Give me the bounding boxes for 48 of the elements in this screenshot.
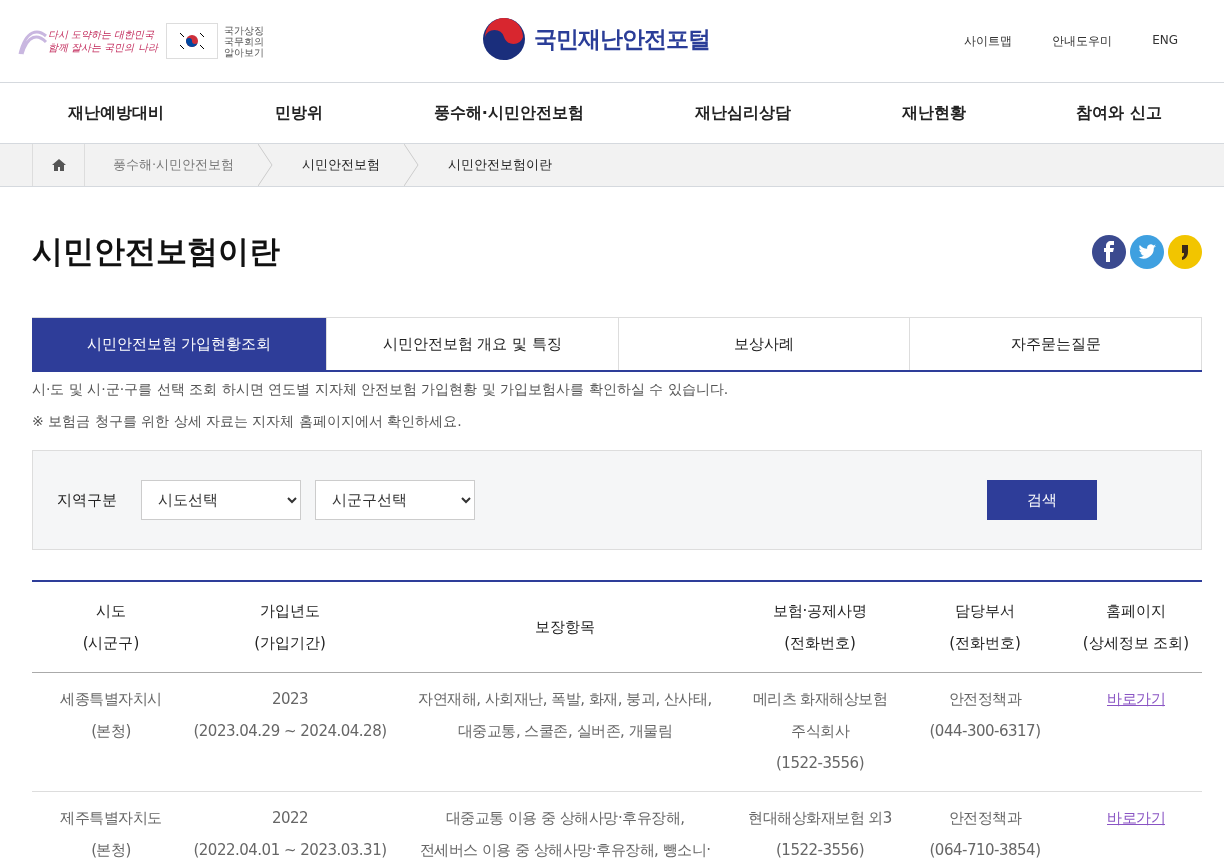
home-icon[interactable] (32, 144, 85, 186)
region-select[interactable]: 시군구선택 (315, 480, 475, 520)
info-text: 시·도 및 시·군·구를 선택 조회 하시면 연도별 지자체 안전보험 가입현황 및 가입보험사를 확인하실 수 있습니다. (32, 380, 730, 399)
info-text: ※ 보험금 청구를 위한 상세 자료는 지자체 홈페이지에서 확인하세요. (32, 412, 463, 431)
page-title: 시민안전보험이란 (32, 232, 280, 271)
nav-item[interactable]: 참여와 신고 (1076, 102, 1162, 124)
taegeuk-logo-icon[interactable] (482, 17, 526, 61)
table-cell: 2022 (2022.04.01 ~ 2023.03.31) (190, 791, 390, 868)
homepage-link[interactable]: 바로가기 (1107, 809, 1165, 827)
table-cell: 2023 (2023.04.29 ~ 2024.04.28) (190, 672, 390, 792)
site-logo-text[interactable]: 국민재난안전포털 (534, 23, 710, 55)
table-cell: 제주특별자치도 (본청) (32, 791, 190, 868)
nav-item[interactable]: 재난심리상담 (694, 102, 791, 124)
table-cell: 세종특별자치시 (본청) (32, 672, 190, 792)
table-cell: 현대해상화재보험 외3 (1522-3556) (740, 791, 900, 868)
column-header: 담당부서 (전화번호) (900, 581, 1070, 673)
kakao-icon[interactable] (1168, 235, 1202, 269)
column-header: 보장항목 (390, 581, 740, 673)
nav-item[interactable]: 재난현황 (901, 102, 966, 124)
table-cell: 안전정책과 (064-710-3854) (900, 791, 1070, 868)
slogan-text: 다시 도약하는 대한민국 함께 잘사는 국민의 나라 (48, 28, 158, 54)
homepage-link[interactable]: 바로가기 (1107, 690, 1165, 708)
region-label: 지역구분 (57, 490, 117, 510)
symbol-link[interactable]: 국가상징 국무회의 알아보기 (223, 24, 264, 58)
column-header: 홈페이지 (상세정보 조회) (1070, 581, 1202, 673)
utility-link[interactable]: ENG (1152, 32, 1178, 50)
breadcrumb-separator-icon (404, 144, 421, 186)
nav-item[interactable]: 풍수해·시민안전보험 (433, 102, 584, 124)
table-cell: 메리츠 화재해상보험 주식회사 (1522-3556) (740, 672, 900, 792)
utility-link[interactable]: 안내도우미 (1052, 32, 1113, 50)
region-select[interactable]: 시도선택 (141, 480, 301, 520)
breadcrumb-separator-icon (258, 144, 275, 186)
search-button[interactable]: 검색 (987, 480, 1097, 520)
nav-item[interactable]: 재난예방대비 (68, 102, 164, 124)
breadcrumb-link[interactable]: 풍수해·시민안전보험 (85, 144, 259, 186)
flag-icon[interactable] (165, 23, 218, 59)
column-header: 가입년도 (가입기간) (190, 581, 390, 673)
breadcrumb-link[interactable]: 시민안전보험이란 (420, 144, 577, 186)
facebook-icon[interactable] (1092, 235, 1126, 269)
nav-item[interactable]: 민방위 (274, 102, 323, 124)
table-cell: 자연재해, 사회재난, 폭발, 화재, 붕괴, 산사태, 대중교통, 스쿨존, 실버존, 개물림 (390, 672, 740, 792)
tab[interactable]: 시민안전보험 가입현황조회 (32, 318, 327, 370)
breadcrumb-link[interactable]: 시민안전보험 (274, 144, 405, 186)
column-header: 시도 (시군구) (32, 581, 190, 673)
table-cell: 대중교통 이용 중 상해사망·후유장해, 전세버스 이용 중 상해사망·후유장해, 뺑소니· (390, 791, 740, 868)
table-cell: 안전정책과 (044-300-6317) (900, 672, 1070, 792)
utility-link[interactable]: 사이트맵 (964, 32, 1013, 50)
column-header: 보험·공제사명 (전화번호) (740, 581, 900, 673)
